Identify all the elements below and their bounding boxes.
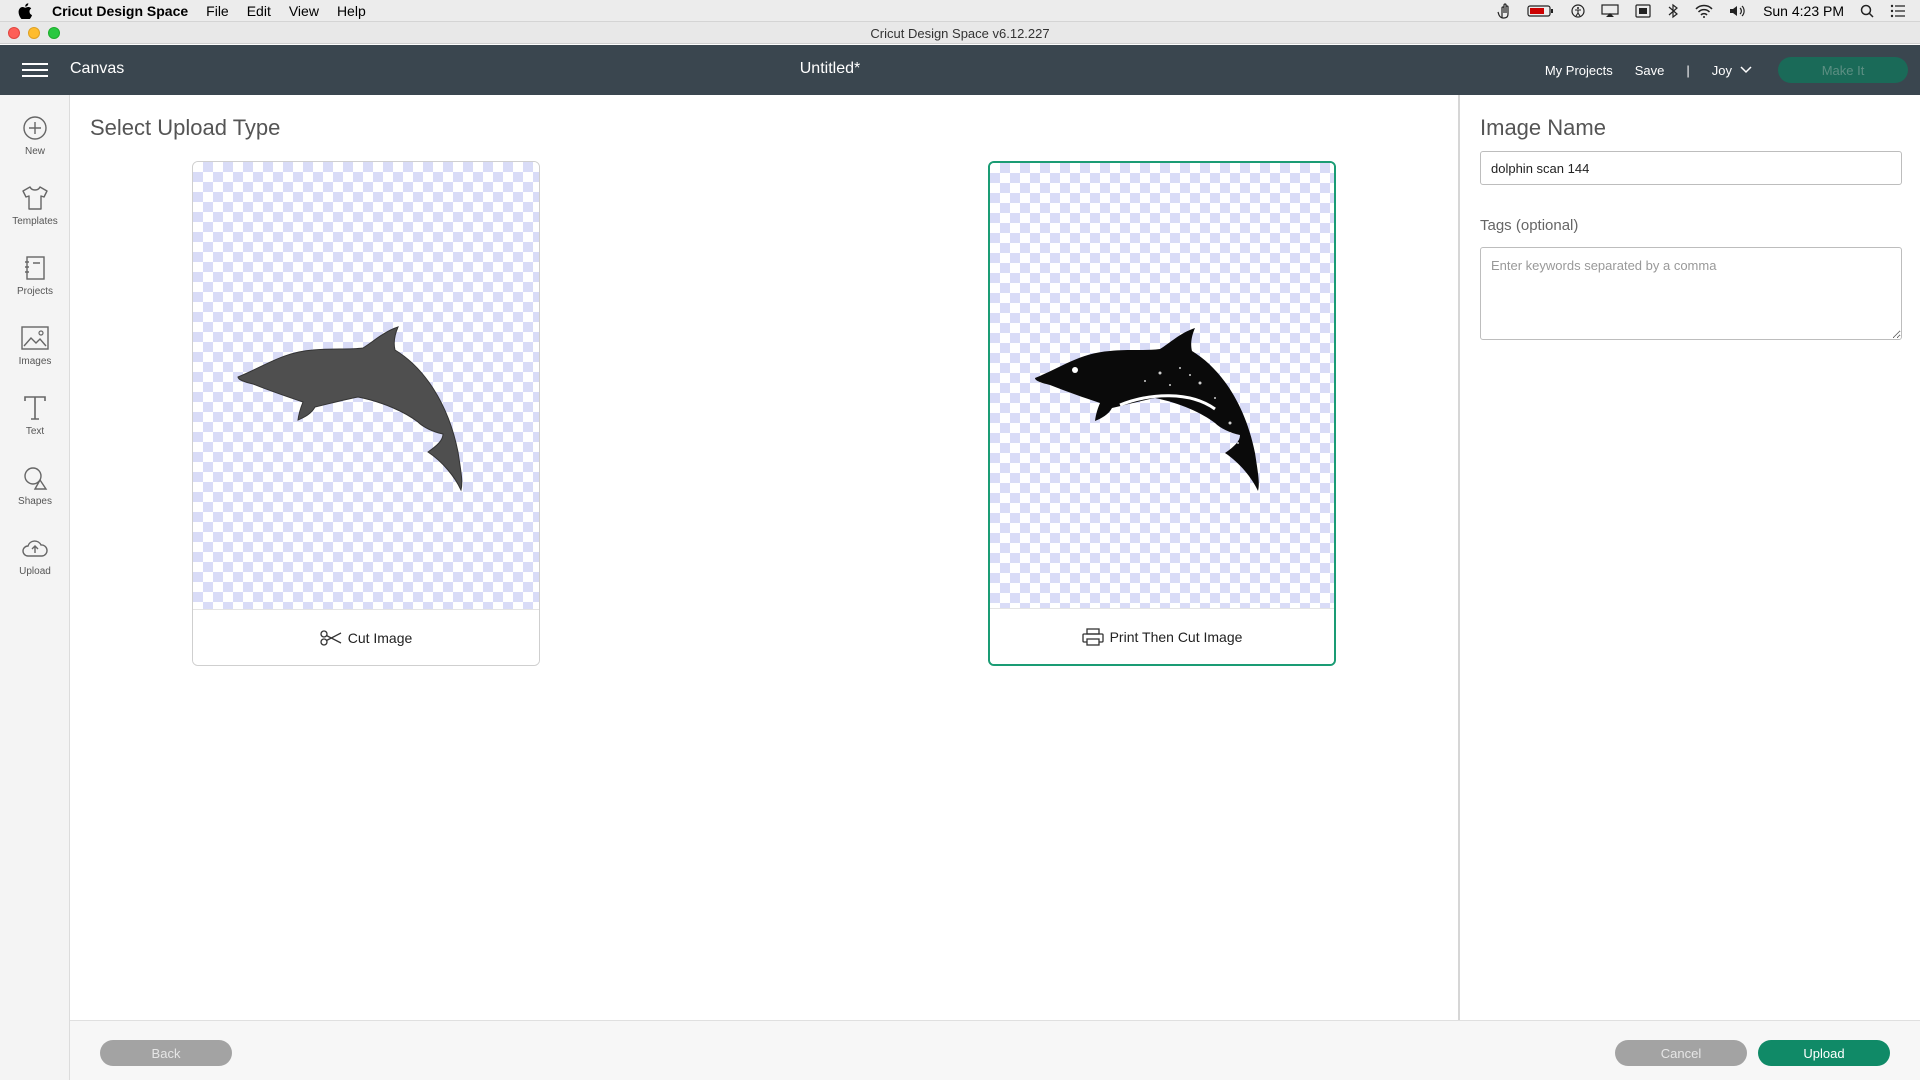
window-title: Cricut Design Space v6.12.227 bbox=[870, 26, 1050, 41]
tool-upload[interactable]: Upload bbox=[0, 532, 70, 592]
back-button[interactable]: Back bbox=[100, 1040, 232, 1066]
tool-label: Upload bbox=[19, 566, 51, 577]
scissors-icon bbox=[320, 629, 342, 646]
image-name-title: Image Name bbox=[1480, 115, 1606, 140]
volume-icon[interactable] bbox=[1729, 4, 1747, 18]
tool-projects[interactable]: Projects bbox=[0, 252, 70, 312]
hand-status-icon[interactable] bbox=[1497, 3, 1511, 19]
app-name-menu[interactable]: Cricut Design Space bbox=[52, 3, 188, 19]
my-projects-link[interactable]: My Projects bbox=[1545, 63, 1613, 78]
cloud-upload-icon bbox=[19, 532, 51, 564]
user-menu[interactable]: Joy bbox=[1712, 63, 1752, 78]
tool-label: Templates bbox=[12, 216, 58, 227]
wifi-icon[interactable] bbox=[1695, 4, 1713, 18]
make-it-button[interactable]: Make It bbox=[1778, 57, 1908, 83]
upload-type-area: Select Upload Type Cut Image Print Then … bbox=[70, 95, 1459, 1020]
plus-circle-icon bbox=[19, 112, 51, 144]
bluetooth-icon[interactable] bbox=[1667, 3, 1679, 19]
menu-edit[interactable]: Edit bbox=[247, 3, 271, 19]
menu-view[interactable]: View bbox=[289, 3, 319, 19]
image-icon bbox=[19, 322, 51, 354]
upload-button[interactable]: Upload bbox=[1758, 1040, 1890, 1066]
save-link[interactable]: Save bbox=[1635, 63, 1665, 78]
window-title-bar: Cricut Design Space v6.12.227 bbox=[0, 22, 1920, 44]
menu-help[interactable]: Help bbox=[337, 3, 366, 19]
notebook-icon bbox=[19, 252, 51, 284]
tags-input[interactable] bbox=[1480, 247, 1902, 340]
tool-shapes[interactable]: Shapes bbox=[0, 462, 70, 522]
battery-status-icon[interactable] bbox=[1527, 4, 1555, 18]
dolphin-silhouette-image bbox=[237, 326, 463, 492]
spotlight-search-icon[interactable] bbox=[1860, 4, 1874, 18]
tool-label: Text bbox=[25, 426, 45, 437]
tool-text[interactable]: Text bbox=[0, 392, 70, 452]
tool-templates[interactable]: Templates bbox=[0, 182, 70, 242]
airplay-icon[interactable] bbox=[1601, 4, 1619, 18]
tool-images[interactable]: Images bbox=[0, 322, 70, 382]
user-name: Joy bbox=[1711, 62, 1732, 78]
dolphin-scan-image bbox=[1035, 328, 1259, 491]
cut-image-text: Cut Image bbox=[347, 629, 413, 646]
cancel-button[interactable]: Cancel bbox=[1615, 1040, 1747, 1066]
print-then-cut-preview bbox=[990, 163, 1334, 611]
print-then-cut-label: Print Then Cut Image bbox=[990, 608, 1334, 664]
print-then-cut-option[interactable]: Print Then Cut Image bbox=[988, 161, 1336, 666]
tool-label: Shapes bbox=[18, 496, 52, 507]
print-then-cut-text: Print Then Cut Image bbox=[1109, 628, 1243, 645]
page-title: Select Upload Type bbox=[90, 115, 281, 140]
macos-menu-bar: Cricut Design Space File Edit View Help … bbox=[0, 0, 1920, 22]
tool-label: New bbox=[24, 146, 45, 157]
design-panel-toolbar: New Templates Projects Images Text Shape… bbox=[0, 95, 70, 1080]
shapes-icon bbox=[19, 462, 51, 494]
cut-image-option[interactable]: Cut Image bbox=[192, 161, 540, 666]
app-header: Canvas Untitled* My Projects Save | Joy … bbox=[0, 45, 1920, 95]
tool-label: Images bbox=[18, 356, 52, 367]
document-title: Untitled* bbox=[799, 60, 861, 77]
cut-image-label: Cut Image bbox=[193, 609, 539, 665]
display-icon[interactable] bbox=[1635, 4, 1651, 18]
header-separator: | bbox=[1686, 62, 1690, 78]
cut-image-preview bbox=[193, 162, 539, 610]
image-name-input[interactable] bbox=[1480, 151, 1902, 185]
chevron-down-icon bbox=[1740, 66, 1752, 74]
tool-label: Projects bbox=[16, 286, 54, 297]
text-t-icon bbox=[19, 392, 51, 424]
menu-bar-clock[interactable]: Sun 4:23 PM bbox=[1763, 3, 1844, 19]
tool-new[interactable]: New bbox=[0, 112, 70, 172]
printer-icon bbox=[1081, 627, 1104, 646]
status-menus: Sun 4:23 PM bbox=[1481, 0, 1920, 22]
tshirt-icon bbox=[19, 182, 51, 214]
image-details-panel: Image Name Tags (optional) bbox=[1458, 95, 1920, 1020]
menu-file[interactable]: File bbox=[206, 3, 229, 19]
tags-label: Tags (optional) bbox=[1480, 217, 1579, 234]
apple-logo-icon[interactable] bbox=[18, 2, 38, 19]
notification-center-icon[interactable] bbox=[1890, 4, 1906, 18]
footer-bar: Back Cancel Upload bbox=[70, 1020, 1920, 1080]
accessibility-icon[interactable] bbox=[1571, 4, 1585, 18]
